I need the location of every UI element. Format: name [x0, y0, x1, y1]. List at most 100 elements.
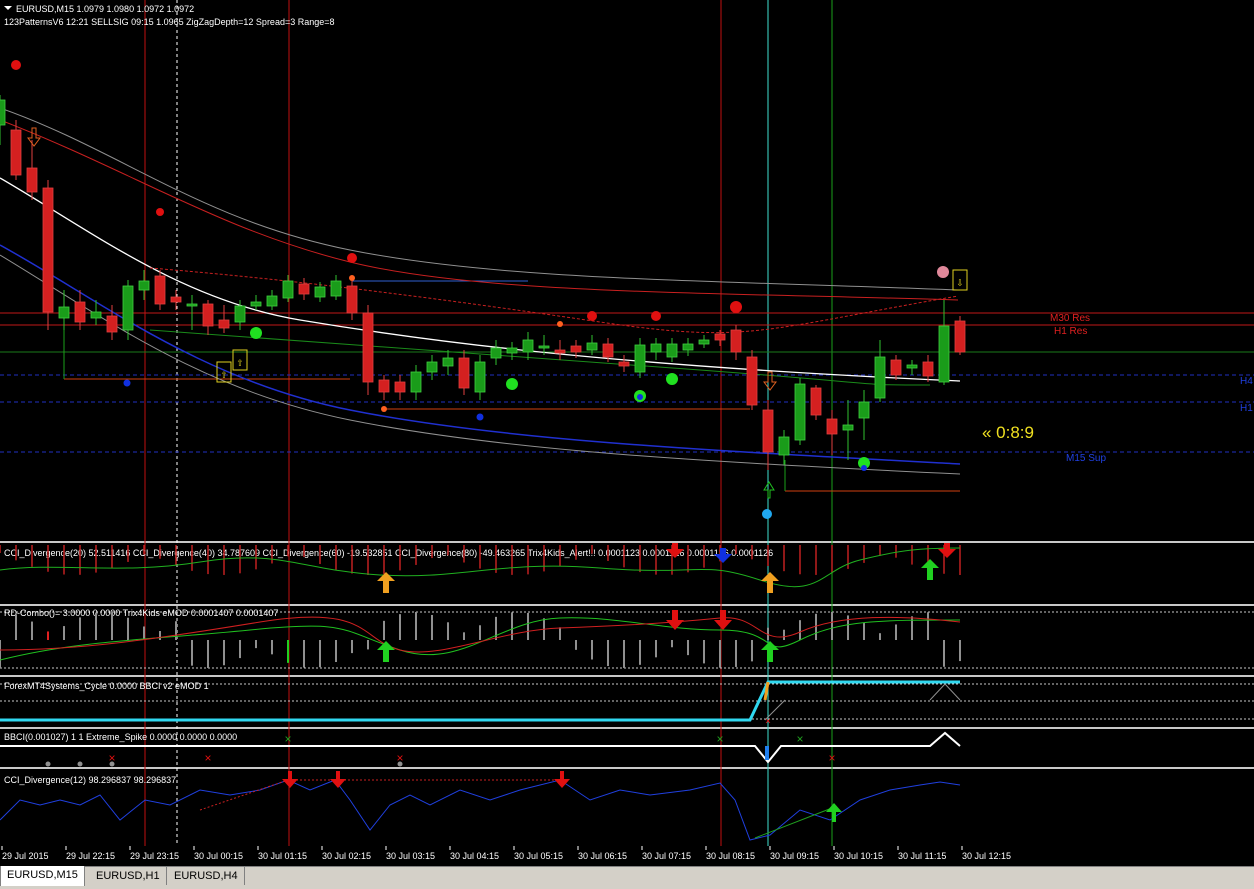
- bull-candle: [698, 339, 710, 345]
- h1-label: H1: [1240, 403, 1253, 414]
- bull-candle: [0, 99, 6, 126]
- bull-candle: [250, 301, 262, 307]
- bull-candle: [282, 280, 294, 299]
- bear-candle: [570, 345, 582, 353]
- m15-sup-label: M15 Sup: [1066, 453, 1106, 464]
- bull-candle: [858, 401, 870, 419]
- time-tick-label: 30 Jul 12:15: [962, 851, 1011, 861]
- time-tick-label: 30 Jul 06:15: [578, 851, 627, 861]
- bear-candle: [154, 275, 166, 305]
- time-tick-label: 29 Jul 23:15: [130, 851, 179, 861]
- bear-candle: [394, 381, 406, 393]
- bear-candle: [74, 301, 86, 323]
- bull-candle: [474, 361, 486, 393]
- bull-candle: [314, 286, 326, 298]
- bear-candle: [762, 409, 774, 453]
- bear-candle: [714, 333, 726, 341]
- svg-text:×: ×: [796, 732, 803, 746]
- h4-label: H4: [1240, 376, 1253, 387]
- bull-candle: [90, 311, 102, 319]
- bear-candle: [170, 296, 182, 303]
- bull-candle: [906, 364, 918, 369]
- rd-combo-label: RD-Combo()= 3.0000 0.0000 Trix4Kids eMOD…: [4, 608, 278, 618]
- bull-candle: [234, 305, 246, 323]
- bull-candle: [410, 371, 422, 393]
- bull-candle: [266, 295, 278, 307]
- bear-candle: [346, 285, 358, 314]
- bull-candle: [506, 347, 518, 354]
- bull-candle: [538, 345, 550, 349]
- bear-candle: [42, 187, 54, 313]
- bear-candle: [106, 315, 118, 333]
- bear-candle: [378, 379, 390, 393]
- bull-candle: [842, 424, 854, 431]
- bear-candle: [922, 361, 934, 377]
- bear-candle: [218, 319, 230, 329]
- time-tick-label: 30 Jul 08:15: [706, 851, 755, 861]
- bull-candle: [938, 325, 950, 383]
- bear-candle: [602, 343, 614, 358]
- bear-candle: [746, 356, 758, 406]
- svg-text:×: ×: [716, 732, 723, 746]
- bear-candle: [554, 349, 566, 354]
- bear-candle: [298, 283, 310, 295]
- bear-candle: [826, 418, 838, 435]
- time-tick-label: 30 Jul 09:15: [770, 851, 819, 861]
- pattern-info: 123PatternsV6 12:21 SELLSIG 09:15 1.0965…: [4, 17, 335, 27]
- bear-candle: [954, 320, 966, 353]
- bear-candle: [26, 167, 38, 193]
- bear-candle: [810, 387, 822, 416]
- time-tick-label: 30 Jul 01:15: [258, 851, 307, 861]
- bull-candle: [586, 342, 598, 351]
- time-tick-label: 30 Jul 07:15: [642, 851, 691, 861]
- m30-res-label: M30 Res: [1050, 313, 1090, 324]
- svg-text:×: ×: [284, 732, 291, 746]
- svg-text:×: ×: [765, 716, 771, 727]
- bull-candle: [522, 339, 534, 353]
- bull-candle: [778, 436, 790, 456]
- svg-text:×: ×: [204, 751, 211, 765]
- price-chart[interactable]: ⇧ ⇧ ⇩ EURUSD,M15 1.0979 1.0980 1.0972 1.…: [0, 0, 1254, 866]
- time-tick-label: 29 Jul 2015: [2, 851, 49, 861]
- cci-multi-label: CCI_Divergence(20) 52.511416 CCI_Diverge…: [4, 548, 773, 558]
- chart-tab-bar: EURUSD,M15 EURUSD,H1 EURUSD,H4: [0, 866, 1254, 889]
- bull-candle: [650, 343, 662, 353]
- time-tick-label: 30 Jul 02:15: [322, 851, 371, 861]
- bear-candle: [10, 129, 22, 176]
- time-tick-label: 30 Jul 05:15: [514, 851, 563, 861]
- time-tick-label: 30 Jul 03:15: [386, 851, 435, 861]
- tab-eurusd-h1[interactable]: EURUSD,H1: [90, 867, 167, 885]
- bull-candle: [426, 361, 438, 373]
- bull-candle: [442, 357, 454, 367]
- bull-candle: [58, 306, 70, 319]
- time-tick-label: 30 Jul 00:15: [194, 851, 243, 861]
- candle-timer: « 0:8:9: [982, 423, 1034, 442]
- time-tick-label: 30 Jul 11:15: [898, 851, 946, 861]
- tab-eurusd-h4[interactable]: EURUSD,H4: [168, 867, 245, 885]
- svg-text:⇧: ⇧: [220, 367, 227, 381]
- bull-candle: [634, 344, 646, 373]
- bull-candle: [490, 347, 502, 359]
- bull-candle: [794, 383, 806, 441]
- bear-candle: [362, 312, 374, 383]
- cycle-label: ForexMT4Systems_Cycle 0.0000 BBCI v2 eMO…: [4, 681, 209, 691]
- svg-text:×: ×: [828, 751, 835, 765]
- bull-candle: [122, 285, 134, 331]
- bear-candle: [730, 329, 742, 353]
- cci12-label: CCI_Divergence(12) 98.296837 98.296837: [4, 775, 176, 785]
- svg-text:⇩: ⇩: [956, 275, 963, 289]
- bear-candle: [458, 357, 470, 389]
- svg-text:⇧: ⇧: [236, 355, 243, 369]
- bull-candle: [874, 356, 886, 399]
- bull-candle: [138, 280, 150, 291]
- tab-eurusd-m15[interactable]: EURUSD,M15: [0, 866, 85, 886]
- time-tick-label: 30 Jul 10:15: [834, 851, 883, 861]
- bear-candle: [618, 361, 630, 367]
- bull-candle: [682, 343, 694, 351]
- bull-candle: [666, 343, 678, 358]
- h1-res-label: H1 Res: [1054, 326, 1087, 337]
- bull-candle: [330, 280, 342, 297]
- bbci-label: BBCI(0.001027) 1 1 Extreme_Spike 0.0000 …: [4, 732, 237, 742]
- bull-candle: [186, 303, 198, 307]
- bear-candle: [202, 303, 214, 327]
